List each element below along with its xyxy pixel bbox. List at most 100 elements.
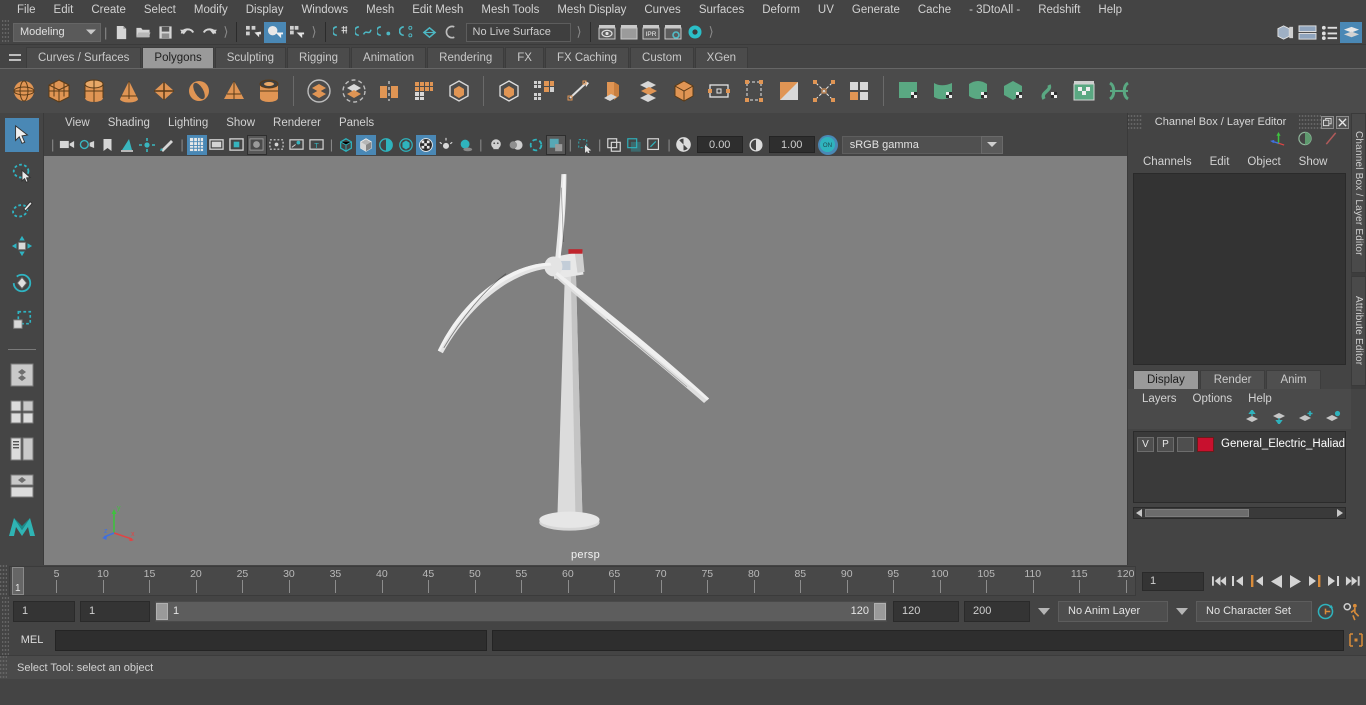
motion-blur-icon[interactable] [506,135,526,155]
shelf-tab-curves-surfaces[interactable]: Curves / Surfaces [26,47,142,68]
channel-menu-channels[interactable]: Channels [1134,151,1201,173]
extrude-icon[interactable] [491,72,526,110]
poly-cube-icon[interactable] [41,72,76,110]
render-settings-icon[interactable] [662,22,684,43]
shelf-tab-rendering[interactable]: Rendering [427,47,505,68]
uv-cut-icon[interactable] [1101,72,1136,110]
shelf-tab-custom[interactable]: Custom [630,47,694,68]
boolean-icon[interactable] [441,72,476,110]
grease-pencil-icon[interactable] [157,135,177,155]
uv-automatic-icon[interactable] [996,72,1031,110]
gamma-field[interactable]: 1.00 [768,136,815,153]
color-space-selector[interactable]: sRGB gamma [841,135,982,154]
bookmark-icon[interactable] [97,135,117,155]
layer-tab-display[interactable]: Display [1133,370,1199,389]
xray-joints2-icon[interactable] [644,135,664,155]
step-forward-keyframe-icon[interactable] [1324,570,1343,592]
color-management-toggle[interactable]: ON [817,134,838,155]
scroll-right-arrow-icon[interactable] [1334,508,1345,519]
poly-cylinder-icon[interactable] [76,72,111,110]
wireframe-icon[interactable] [336,135,356,155]
playback-start-time-field[interactable]: 1 [80,600,150,622]
snap-to-projected-center-icon[interactable] [397,22,419,43]
show-hide-channel-box-icon[interactable] [1340,21,1362,43]
image-plane-icon[interactable] [117,135,137,155]
snap-to-grid-icon[interactable] [331,22,353,43]
shelf-tab-rigging[interactable]: Rigging [287,47,351,68]
shadows-icon[interactable] [456,135,476,155]
current-frame-field[interactable]: 1 [1142,571,1204,591]
film-gate-icon[interactable] [207,135,227,155]
texture-border-icon[interactable]: T [307,135,327,155]
layer-name[interactable]: General_Electric_Haliad [1217,438,1345,450]
menu-item-edit-mesh[interactable]: Edit Mesh [403,0,472,20]
make-live-icon[interactable] [441,22,463,43]
side-tab-attribute-editor[interactable]: Attribute Editor [1351,276,1366,386]
insert-edge-loop-icon[interactable] [701,72,736,110]
xray-active-components-icon[interactable] [624,135,644,155]
range-start-handle[interactable] [156,602,168,620]
viewport-menu-panels[interactable]: Panels [330,113,383,133]
snap-to-point-icon[interactable] [375,22,397,43]
menu-item-surfaces[interactable]: Surfaces [690,0,753,20]
current-time-indicator[interactable]: 1 [12,567,24,595]
shelf-tab-fx[interactable]: FX [505,47,544,68]
uv-unfold-icon[interactable] [1031,72,1066,110]
menu-item-deform[interactable]: Deform [753,0,809,20]
texture-checker-icon[interactable] [416,134,437,155]
step-forward-frame-icon[interactable] [1305,570,1324,592]
viewport-menu-lighting[interactable]: Lighting [159,113,217,133]
poly-pipe-icon[interactable] [251,72,286,110]
menu-item-generate[interactable]: Generate [843,0,909,20]
live-surface-field[interactable]: No Live Surface [465,22,571,42]
viewport-menu-shading[interactable]: Shading [99,113,159,133]
quick-layout-graph-button[interactable] [5,469,39,503]
poly-plane-icon[interactable] [146,72,181,110]
quick-layout-four-button[interactable] [5,395,39,429]
channel-menu-edit[interactable]: Edit [1201,151,1239,173]
smooth-icon[interactable] [406,72,441,110]
show-hide-attribute-editor-icon[interactable] [1296,22,1318,43]
target-weld-icon[interactable] [666,72,701,110]
layer-visibility-toggle[interactable]: V [1137,436,1154,452]
menu-item-uv[interactable]: UV [809,0,843,20]
menu-item-modify[interactable]: Modify [185,0,237,20]
time-slider-grip[interactable] [0,565,7,597]
show-manipulators-icon[interactable] [1270,131,1287,151]
3d-viewport[interactable]: persp y x z [44,156,1127,565]
menu-item-file[interactable]: File [8,0,45,20]
quad-draw-icon[interactable] [736,72,771,110]
xray-joints-icon[interactable] [287,135,307,155]
uv-planar-icon[interactable] [891,72,926,110]
anim-layer-chevron-down-icon[interactable] [1038,607,1050,615]
select-by-component-type-icon[interactable] [286,22,308,43]
film-origin-icon[interactable] [267,135,287,155]
hypershade-icon[interactable] [684,22,706,43]
anim-end-time-field[interactable]: 200 [964,600,1030,622]
select-by-hierarchy-icon[interactable] [242,22,264,43]
channel-box-grip[interactable] [1128,115,1142,129]
shelf-tab-polygons[interactable]: Polygons [142,47,214,68]
menu-item-edit[interactable]: Edit [45,0,83,20]
move-layer-up-icon[interactable] [1244,408,1260,429]
snap-to-view-plane-icon[interactable] [419,22,441,43]
hardware-texture-icon[interactable] [396,135,416,155]
menu-item-cache[interactable]: Cache [909,0,960,20]
scale-tool-button[interactable] [5,303,39,337]
smooth-shade-icon[interactable] [356,134,377,155]
quick-layout-single-button[interactable] [5,358,39,392]
gamma-icon[interactable] [746,135,766,155]
menu-item-help[interactable]: Help [1089,0,1131,20]
channel-box-content[interactable] [1133,173,1347,365]
layer-menu-options[interactable]: Options [1185,389,1241,409]
step-back-frame-icon[interactable] [1248,570,1267,592]
multi-cut-icon[interactable] [526,72,561,110]
close-panel-icon[interactable] [1336,115,1350,129]
show-hide-modeling-editors-icon[interactable] [1274,22,1296,43]
layer-color-swatch[interactable] [1197,436,1214,452]
viewport-menu-show[interactable]: Show [217,113,264,133]
character-set-selector[interactable]: No Character Set [1196,600,1312,622]
uv-spherical-icon[interactable] [961,72,996,110]
uv-editor-icon[interactable] [1066,72,1101,110]
poly-pyramid-icon[interactable] [216,72,251,110]
